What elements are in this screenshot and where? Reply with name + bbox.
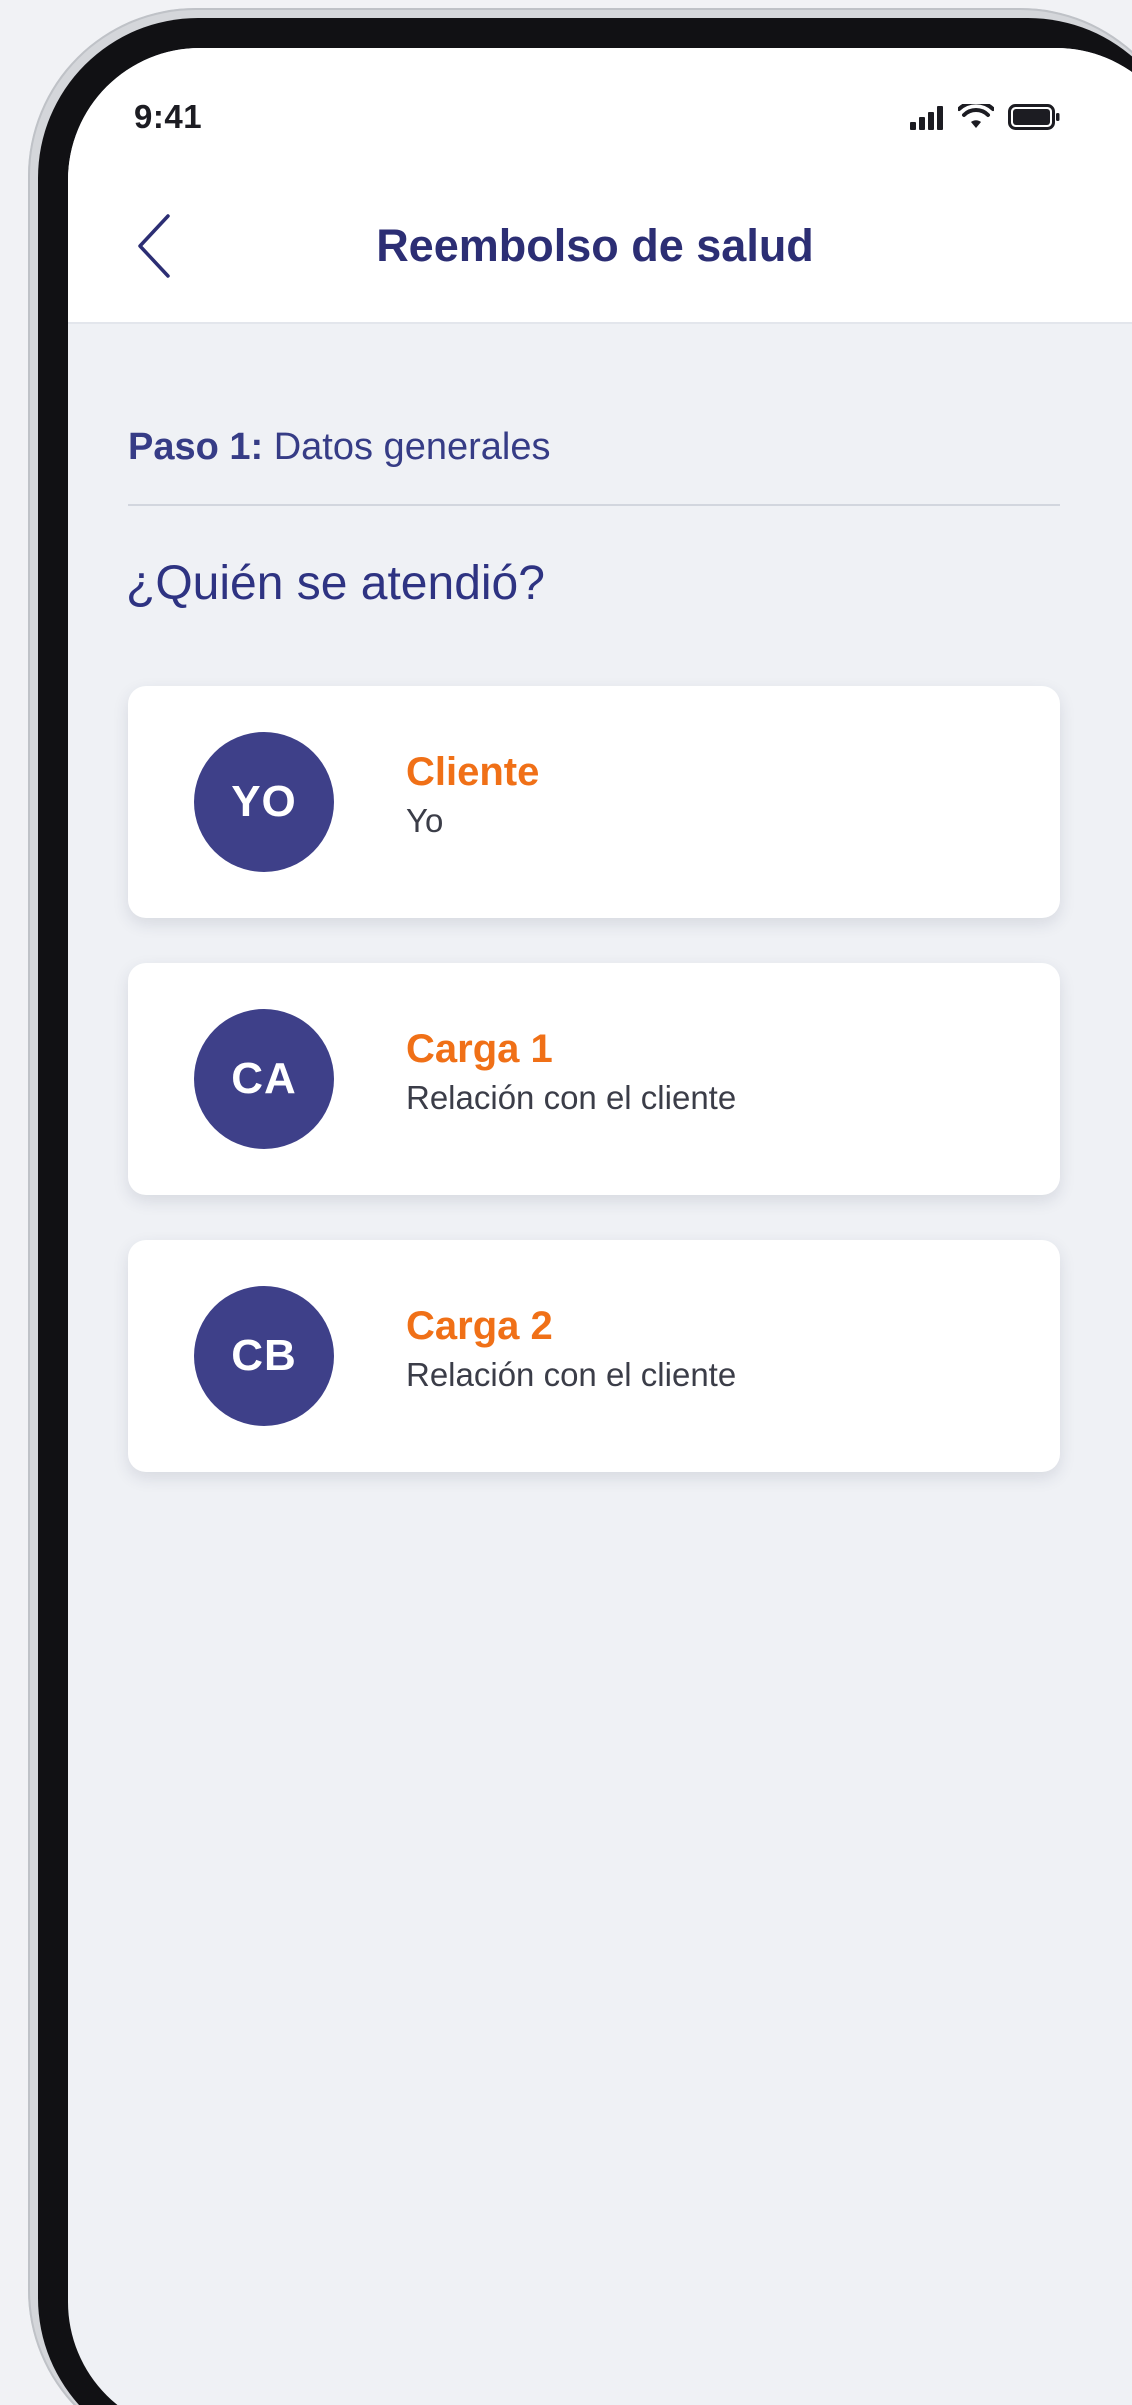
step-name: Datos generales	[273, 426, 551, 468]
signal-icon	[910, 106, 944, 135]
status-icons	[910, 100, 1060, 135]
option-card-cliente[interactable]: YO Cliente Yo	[128, 686, 1060, 918]
avatar: YO	[194, 732, 334, 872]
option-title: Carga 1	[406, 1027, 553, 1071]
step-indicator: Paso 1: Datos generales	[128, 426, 550, 469]
page-title: Reembolso de salud	[376, 220, 814, 271]
question-heading: ¿Quién se atendió?	[126, 557, 545, 610]
option-title: Cliente	[406, 750, 540, 794]
step-divider	[128, 504, 1060, 506]
option-subtitle: Yo	[406, 802, 444, 839]
avatar: CA	[194, 1009, 334, 1149]
battery-icon	[1008, 104, 1060, 135]
option-subtitle: Relación con el cliente	[406, 1079, 737, 1116]
top-bar: 9:41 Reembolso de salud	[68, 48, 1132, 324]
option-subtitle: Relación con el cliente	[406, 1356, 737, 1393]
step-label: Paso 1:	[128, 426, 264, 468]
option-card-carga-2[interactable]: CB Carga 2 Relación con el cliente	[128, 1240, 1060, 1472]
app-canvas: 9:41 Reembolso de salud Paso 1: Datos ge…	[0, 0, 1132, 2405]
option-card-carga-1[interactable]: CA Carga 1 Relación con el cliente	[128, 963, 1060, 1195]
phone-screen: 9:41 Reembolso de salud Paso 1: Datos ge…	[68, 48, 1132, 2405]
avatar: CB	[194, 1286, 334, 1426]
status-time: 9:41	[134, 98, 203, 135]
option-title: Carga 2	[406, 1304, 553, 1348]
wifi-icon	[957, 100, 995, 135]
